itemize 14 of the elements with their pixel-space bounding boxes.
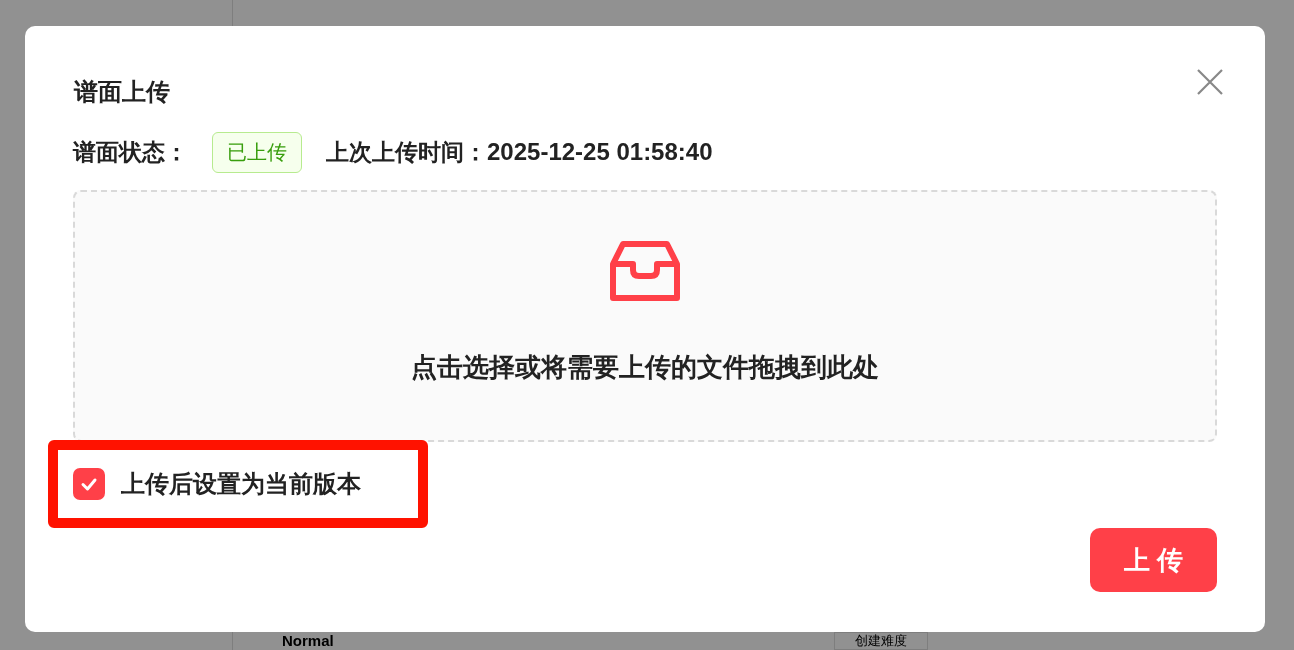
upload-button[interactable]: 上 传: [1090, 528, 1217, 592]
close-icon[interactable]: [1196, 68, 1224, 96]
last-upload-label: 上次上传时间：: [326, 137, 487, 167]
dropzone-text: 点击选择或将需要上传的文件拖拽到此处: [411, 351, 879, 384]
dialog-title: 谱面上传: [74, 77, 170, 107]
checkbox[interactable]: [73, 468, 105, 500]
checkbox-label: 上传后设置为当前版本: [121, 469, 361, 499]
create-button[interactable]: 创建难度: [833, 632, 928, 650]
file-dropzone[interactable]: 点击选择或将需要上传的文件拖拽到此处: [73, 190, 1217, 442]
section-heading: Normal: [282, 633, 334, 649]
status-label: 谱面状态：: [73, 137, 188, 167]
inbox-icon: [609, 240, 681, 302]
last-upload-time: 2025-12-25 01:58:40: [487, 138, 713, 166]
status-tag: 已上传: [212, 131, 302, 173]
